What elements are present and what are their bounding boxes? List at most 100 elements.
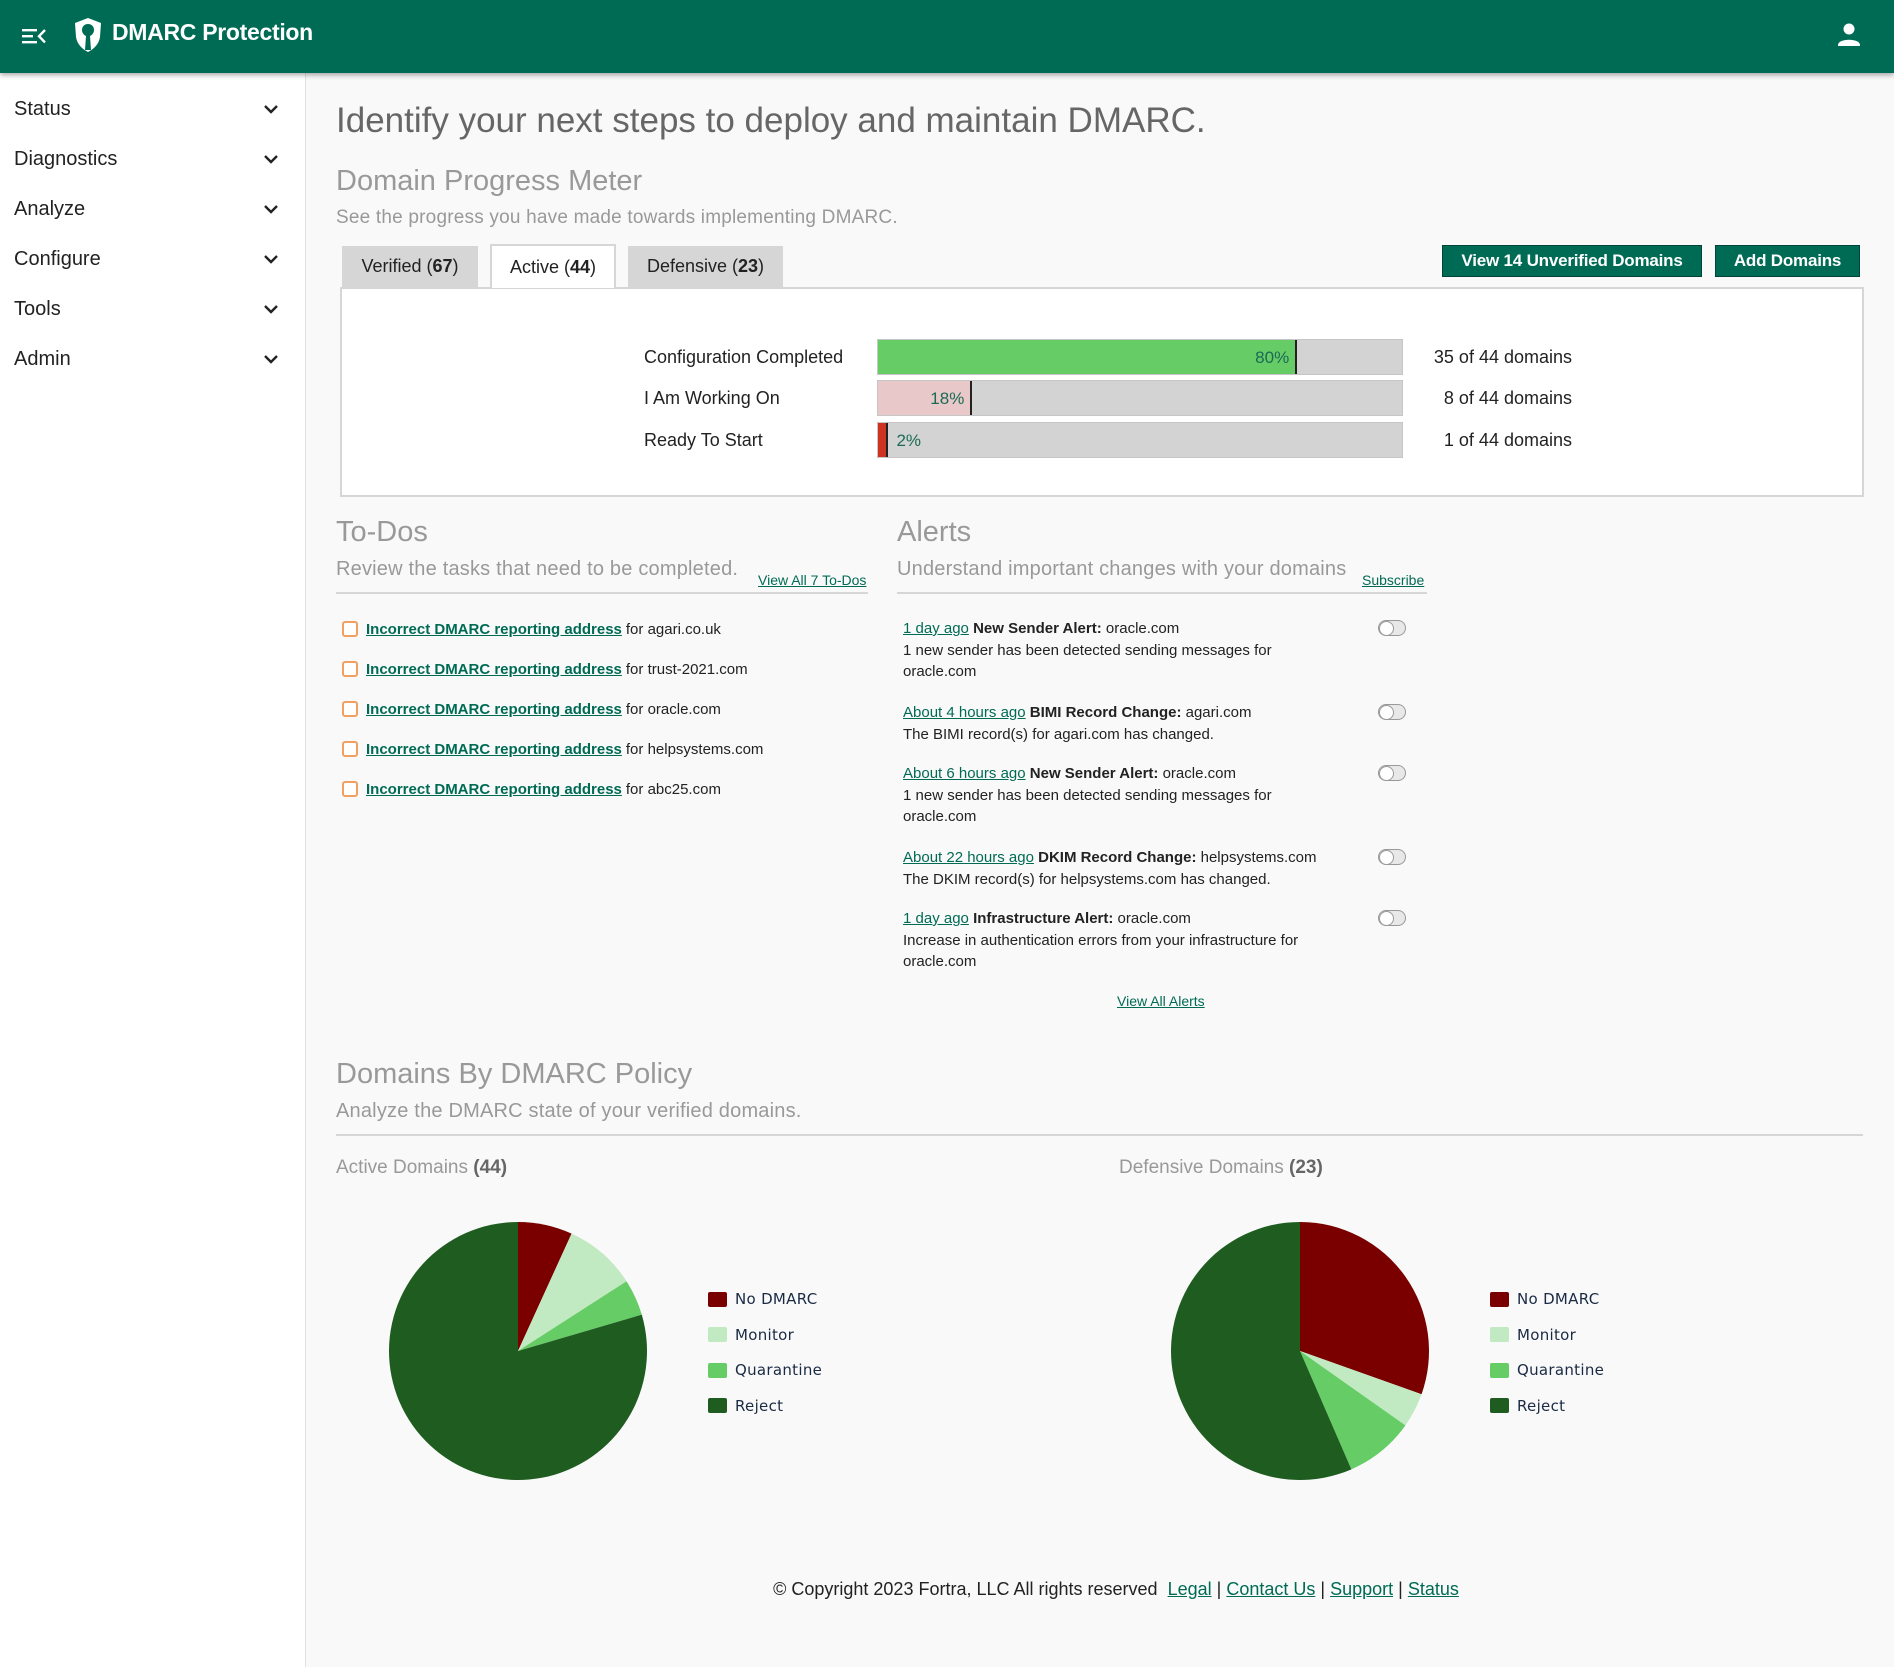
todo-checkbox[interactable] — [342, 621, 358, 637]
chart-title-count: (44) — [473, 1157, 508, 1178]
sidebar-item-analyze[interactable]: Analyze — [0, 184, 305, 234]
alert-domain: oracle.com — [1105, 620, 1180, 637]
sidebar-nav: Status Diagnostics Analyze Configure Too… — [0, 73, 306, 1667]
todo-link[interactable]: Incorrect DMARC reporting address — [366, 701, 622, 718]
legend-item[interactable]: Reject — [708, 1397, 783, 1415]
footer-separator: | — [1216, 1579, 1222, 1599]
tab-label: Active — [509, 256, 559, 277]
alert-time-link[interactable]: About 22 hours ago — [903, 849, 1034, 866]
legend-swatch — [1490, 1327, 1509, 1342]
user-account-icon[interactable] — [1834, 20, 1864, 50]
policy-title: Domains By DMARC Policy — [336, 1058, 693, 1090]
tab-defensive[interactable]: Defensive (23) — [628, 246, 783, 287]
alert-time-link[interactable]: About 6 hours ago — [903, 765, 1026, 782]
tab-verified[interactable]: Verified (67) — [342, 246, 478, 287]
progress-bar: 80% — [877, 339, 1403, 375]
todo-domain: for abc25.com — [625, 780, 721, 798]
sidebar-item-label: Configure — [14, 247, 101, 270]
sidebar-item-admin[interactable]: Admin — [0, 334, 305, 384]
sidebar-item-configure[interactable]: Configure — [0, 234, 305, 284]
chevron-down-icon — [264, 355, 278, 364]
chart-title-text: Active Domains — [336, 1157, 468, 1178]
alert-toggle[interactable] — [1378, 620, 1406, 636]
legend-item[interactable]: No DMARC — [708, 1290, 817, 1308]
footer-link-contact[interactable]: Contact Us — [1226, 1579, 1315, 1599]
progress-percent: 80% — [1255, 348, 1290, 367]
alert-description: 1 new sender has been detected sending m… — [903, 641, 1272, 681]
todo-link[interactable]: Incorrect DMARC reporting address — [366, 741, 622, 758]
legend-swatch — [708, 1291, 727, 1307]
legend-swatch — [1490, 1398, 1509, 1413]
sidebar-item-label: Status — [14, 97, 71, 120]
alert-description: Increase in authentication errors from y… — [903, 931, 1299, 971]
footer-separator: | — [1320, 1579, 1326, 1599]
legend-item[interactable]: No DMARC — [1490, 1290, 1599, 1308]
legend-swatch — [1490, 1291, 1509, 1307]
todo-checkbox[interactable] — [342, 781, 358, 797]
legend-item[interactable]: Monitor — [708, 1326, 794, 1344]
todo-domain: for trust-2021.com — [625, 660, 748, 678]
alert-time-link[interactable]: 1 day ago — [903, 620, 969, 637]
tab-count: 44 — [570, 256, 591, 277]
top-app-bar: DMARC Protection — [0, 0, 1894, 73]
alert-item: About 4 hours ago BIMI Record Change: ag… — [903, 702, 1423, 745]
alert-item: About 6 hours ago New Sender Alert: orac… — [903, 763, 1423, 828]
sidebar-item-label: Tools — [14, 297, 61, 320]
progress-row-working: I Am Working On 18% 8 of 44 domains — [342, 380, 1862, 416]
todo-link[interactable]: Incorrect DMARC reporting address — [366, 661, 622, 678]
legend-item[interactable]: Reject — [1490, 1397, 1565, 1415]
tab-active[interactable]: Active (44) — [490, 244, 616, 288]
sidebar-item-status[interactable]: Status — [0, 84, 305, 134]
alert-toggle[interactable] — [1378, 765, 1406, 781]
tab-label: Verified — [361, 256, 422, 276]
progress-row-ready: Ready To Start 2% 1 of 44 domains — [342, 422, 1862, 458]
defensive-domains-pie-chart — [1170, 1222, 1429, 1480]
alert-item: 1 day ago New Sender Alert: oracle.com 1… — [903, 618, 1423, 683]
alert-toggle[interactable] — [1378, 910, 1406, 926]
progress-percent: 2% — [896, 431, 922, 450]
footer-link-status[interactable]: Status — [1408, 1579, 1459, 1599]
chevron-down-icon — [264, 105, 278, 114]
todo-item: Incorrect DMARC reporting address for or… — [342, 698, 721, 720]
sidebar-item-tools[interactable]: Tools — [0, 284, 305, 334]
todo-checkbox[interactable] — [342, 701, 358, 717]
legend-label: Reject — [1517, 1396, 1566, 1415]
todo-item: Incorrect DMARC reporting address for ab… — [342, 778, 721, 800]
todo-link[interactable]: Incorrect DMARC reporting address — [366, 621, 622, 638]
add-domains-button[interactable]: Add Domains — [1715, 245, 1860, 277]
view-all-alerts-link[interactable]: View All Alerts — [1117, 993, 1205, 1009]
todo-item: Incorrect DMARC reporting address for tr… — [342, 658, 748, 680]
todo-checkbox[interactable] — [342, 661, 358, 677]
menu-collapse-icon[interactable] — [20, 22, 48, 50]
alert-description: The DKIM record(s) for helpsystems.com h… — [903, 870, 1271, 888]
alert-domain: helpsystems.com — [1200, 849, 1317, 866]
view-all-todos-link[interactable]: View All 7 To-Dos — [758, 572, 866, 588]
view-unverified-domains-button[interactable]: View 14 Unverified Domains — [1442, 245, 1702, 277]
progress-fill — [878, 423, 889, 457]
legend-label: Monitor — [1517, 1325, 1577, 1344]
legend-item[interactable]: Monitor — [1490, 1326, 1576, 1344]
alerts-subtitle: Understand important changes with your d… — [897, 558, 1347, 580]
todo-checkbox[interactable] — [342, 741, 358, 757]
subscribe-link[interactable]: Subscribe — [1362, 572, 1424, 588]
todo-link[interactable]: Incorrect DMARC reporting address — [366, 781, 622, 798]
legend-item[interactable]: Quarantine — [1490, 1361, 1604, 1379]
todo-domain: for agari.co.uk — [625, 620, 721, 638]
alert-type: New Sender Alert: — [1029, 765, 1159, 782]
tab-label: Defensive — [646, 256, 727, 276]
footer-link-support[interactable]: Support — [1330, 1579, 1393, 1599]
todo-item: Incorrect DMARC reporting address for he… — [342, 738, 763, 760]
sidebar-item-diagnostics[interactable]: Diagnostics — [0, 134, 305, 184]
footer-link-legal[interactable]: Legal — [1168, 1579, 1212, 1599]
sidebar-item-label: Diagnostics — [14, 147, 118, 170]
legend-item[interactable]: Quarantine — [708, 1361, 822, 1379]
todo-item: Incorrect DMARC reporting address for ag… — [342, 618, 721, 640]
alert-toggle[interactable] — [1378, 849, 1406, 865]
alert-time-link[interactable]: About 4 hours ago — [903, 704, 1026, 721]
active-domains-pie-chart — [389, 1222, 647, 1480]
alert-toggle[interactable] — [1378, 704, 1406, 720]
todo-domain: for oracle.com — [625, 700, 721, 718]
legend-label: Reject — [735, 1396, 784, 1415]
alert-time-link[interactable]: 1 day ago — [903, 910, 969, 927]
alert-type: Infrastructure Alert: — [973, 910, 1114, 927]
